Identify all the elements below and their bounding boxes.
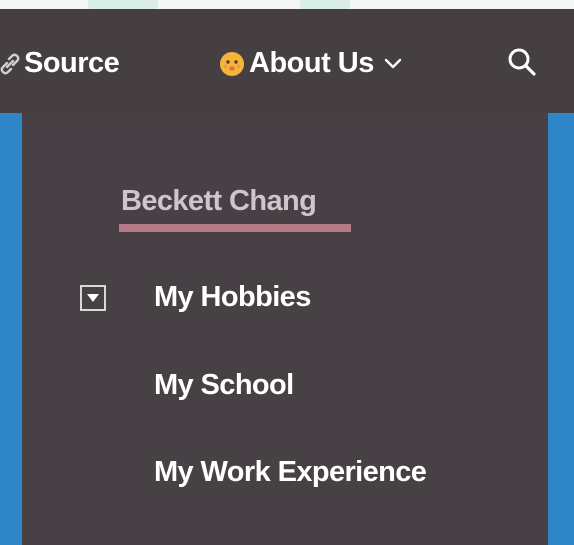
caret-down-box-icon [86,293,100,303]
chevron-down-icon [384,58,402,70]
top-navigation-bar: Source About Us [0,9,574,113]
title-underline [119,224,351,232]
menu-item-my-work-experience[interactable]: My Work Experience [154,456,427,489]
nav-source-label: Source [24,47,120,79]
page-background-right [548,113,574,545]
nav-source-link[interactable]: Source [0,47,120,80]
nav-about-us-label: About Us [249,47,374,79]
menu-item-my-hobbies[interactable]: My Hobbies [154,281,311,314]
hobbies-expand-toggle[interactable] [80,285,106,311]
menu-item-my-school[interactable]: My School [154,369,294,402]
dropdown-title-beckett-chang[interactable]: Beckett Chang [121,185,317,218]
search-icon [507,47,537,77]
about-us-dropdown-menu: Beckett Chang My Hobbies My School My Wo… [22,113,548,545]
page-background-left [0,113,22,545]
face-emoji-icon [219,51,245,77]
link-icon [0,53,20,75]
search-button[interactable] [507,47,537,77]
nav-about-us-menu[interactable]: About Us [219,47,402,80]
